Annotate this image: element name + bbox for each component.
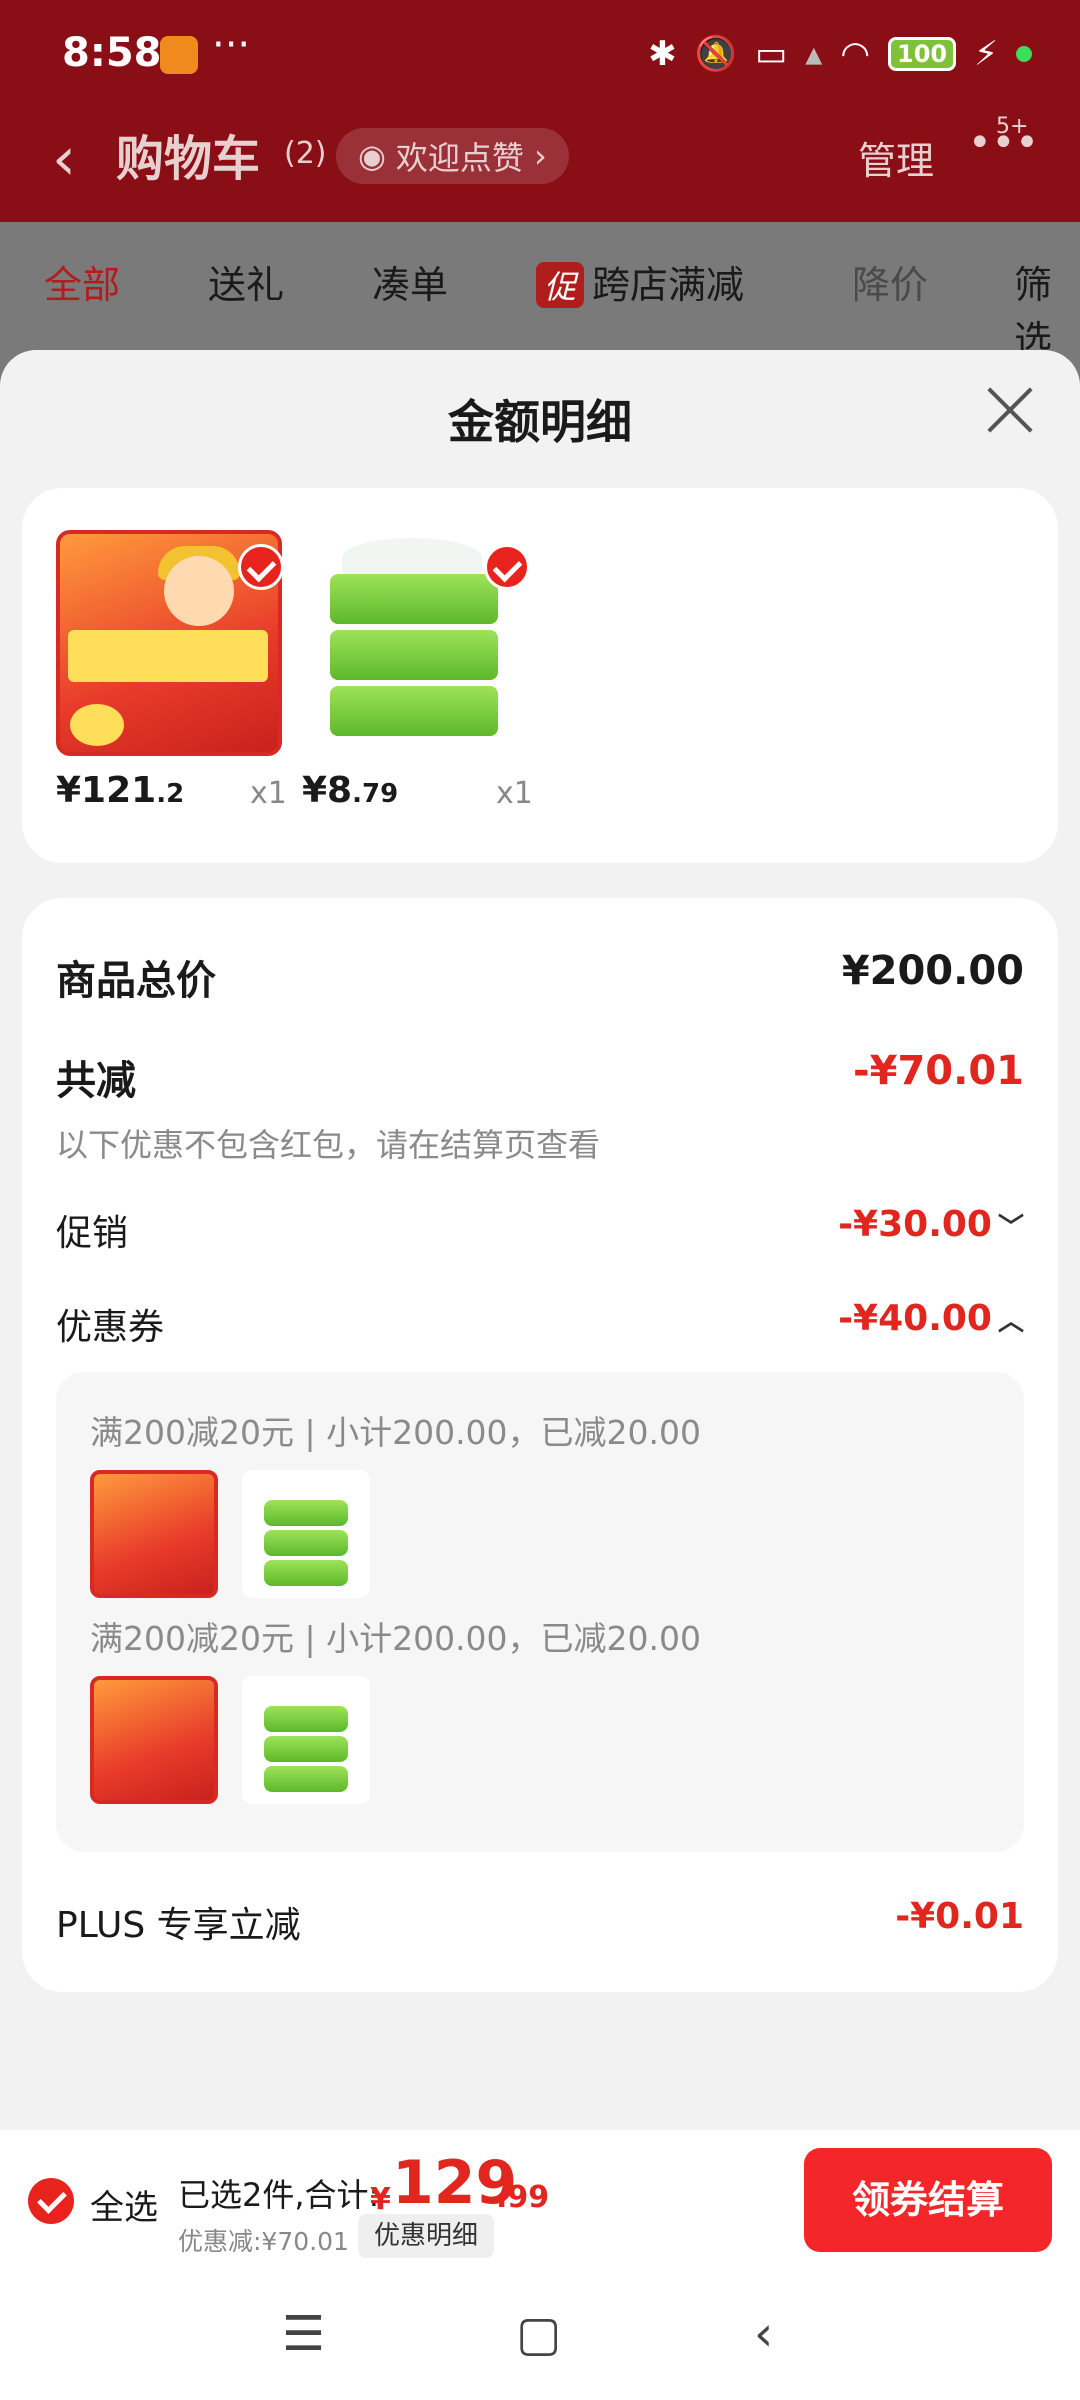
chevron-down-icon: ﹀ [997,1213,1024,1243]
sheet-title: 金额明细 [448,395,632,449]
discount-note: 以下优惠不包含红包，请在结算页查看 [56,1126,601,1164]
discount-value: -¥70.01 [853,1048,1024,1094]
filter-cross-store-label: 跨店满减 [592,263,745,307]
price-detail-card: 商品总价 ¥200.00 共减 -¥70.01 以下优惠不包含红包，请在结算页查… [22,898,1058,1992]
status-bar: 8:58 ··· ✱ 🔕 ▭ ▴ ◠ 100 ⚡ [0,0,1080,110]
mute-icon: 🔕 [694,34,738,74]
app-notification-icon [160,36,198,74]
coupon-product-thumb [90,1676,218,1804]
manage-button[interactable]: 管理 [858,130,934,185]
coupon-line: 满200减20元 | 小计200.00，已减20.00 [90,1413,702,1452]
home-icon[interactable]: ▢ [516,2306,561,2362]
total-label: 商品总价 [56,958,216,1004]
product-item[interactable]: ¥8.79 x1 [302,530,533,811]
discount-label: 共减 [56,1058,136,1104]
charging-icon: ⚡ [974,34,998,74]
bluetooth-icon: ✱ [648,34,677,74]
coupon-product-thumb [242,1470,370,1598]
check-icon [484,544,530,590]
filter-bar: 全部 送礼 凑单 促跨店满减 降价 筛选 [0,222,1080,362]
select-all-label[interactable]: 全选 [90,2180,158,2229]
select-all-checkbox[interactable] [28,2178,74,2224]
promo-label: 促销 [56,1213,129,1254]
cart-count: (2) [284,136,327,171]
total-value: ¥200.00 [841,948,1024,994]
back-icon[interactable]: ‹ [52,124,76,194]
product-qty: x1 [496,776,533,811]
menu-icon[interactable]: ☰ [282,2306,325,2362]
filter-gift[interactable]: 送礼 [208,254,284,309]
coupon-line: 满200减20元 | 小计200.00，已减20.00 [90,1619,702,1658]
coupon-value: -¥40.00 [838,1298,992,1339]
laptop-icon: ▭ [755,34,788,74]
checkout-bar: 全选 已选2件,合计: ¥ 129 .99 优惠减:¥70.01 优惠明细 领券… [0,2130,1080,2270]
like-label: 欢迎点赞 [395,139,524,177]
promo-value: -¥30.00 [838,1204,992,1245]
total-decimal: .99 [496,2180,550,2215]
wifi-icon: ◠ [840,34,871,74]
battery-icon: 100 [888,37,957,71]
page-title: 购物车 [116,131,261,187]
plus-label: PLUS 专享立减 [56,1905,301,1946]
chevron-up-icon: ︿ [997,1307,1024,1337]
filter-all[interactable]: 全部 [44,254,120,309]
coupon-label: 优惠券 [56,1307,165,1348]
filter-bundle[interactable]: 凑单 [372,254,448,309]
total-currency: ¥ [370,2182,391,2217]
status-icons: ✱ 🔕 ▭ ▴ ◠ 100 ⚡ [648,34,1032,74]
status-more: ··· [212,22,251,68]
signal-icon: ▴ [805,34,823,74]
product-item[interactable]: ¥121.2 x1 [56,530,287,811]
filter-more[interactable]: 筛选 [1014,254,1080,364]
selected-products-card: ¥121.2 x1 ¥8.79 x1 [22,488,1058,863]
filter-cross-store[interactable]: 促跨店满减 [536,254,744,309]
like-button[interactable]: ◉ 欢迎点赞 › [336,128,569,184]
coupon-value-wrap: -¥40.00 ︿ [838,1298,1024,1339]
discount-detail-button[interactable]: 优惠明细 [358,2214,495,2258]
close-icon[interactable] [986,386,1034,434]
discount-summary: 优惠减:¥70.01 [178,2227,349,2256]
checkout-button[interactable]: 领券结算 [804,2148,1052,2252]
chevron-right-icon: › [533,137,547,175]
coupon-product-thumb [90,1470,218,1598]
system-nav-bar: ☰ ▢ ‹ [0,2270,1080,2400]
filter-price-drop[interactable]: 降价 [852,254,928,309]
more-badge: 5+ [996,114,1029,139]
promo-tag: 促 [536,262,585,308]
status-time: 8:58 [62,30,162,76]
product-qty: x1 [250,776,287,811]
check-icon [238,544,284,590]
privacy-indicator [1016,46,1032,62]
coupon-product-thumb [242,1676,370,1804]
product-price: ¥121.2 [56,770,185,811]
back-nav-icon[interactable]: ‹ [754,2306,773,2362]
cart-header: ‹ 购物车 (2) ◉ 欢迎点赞 › 管理 ••• 5+ [0,110,1080,222]
product-price: ¥8.79 [302,770,399,811]
coupon-detail-box: 满200减20元 | 小计200.00，已减20.00 满200减20元 | 小… [56,1372,1024,1852]
summary-label: 已选2件,合计: [178,2176,380,2214]
amount-detail-sheet: 金额明细 ¥121.2 x1 ¥8.79 x1 商品总价 ¥200.00 共减 … [0,350,1080,2130]
eye-icon: ◉ [358,137,386,175]
promo-value-wrap: -¥30.00 ﹀ [838,1204,1024,1245]
plus-value: -¥0.01 [895,1896,1024,1937]
